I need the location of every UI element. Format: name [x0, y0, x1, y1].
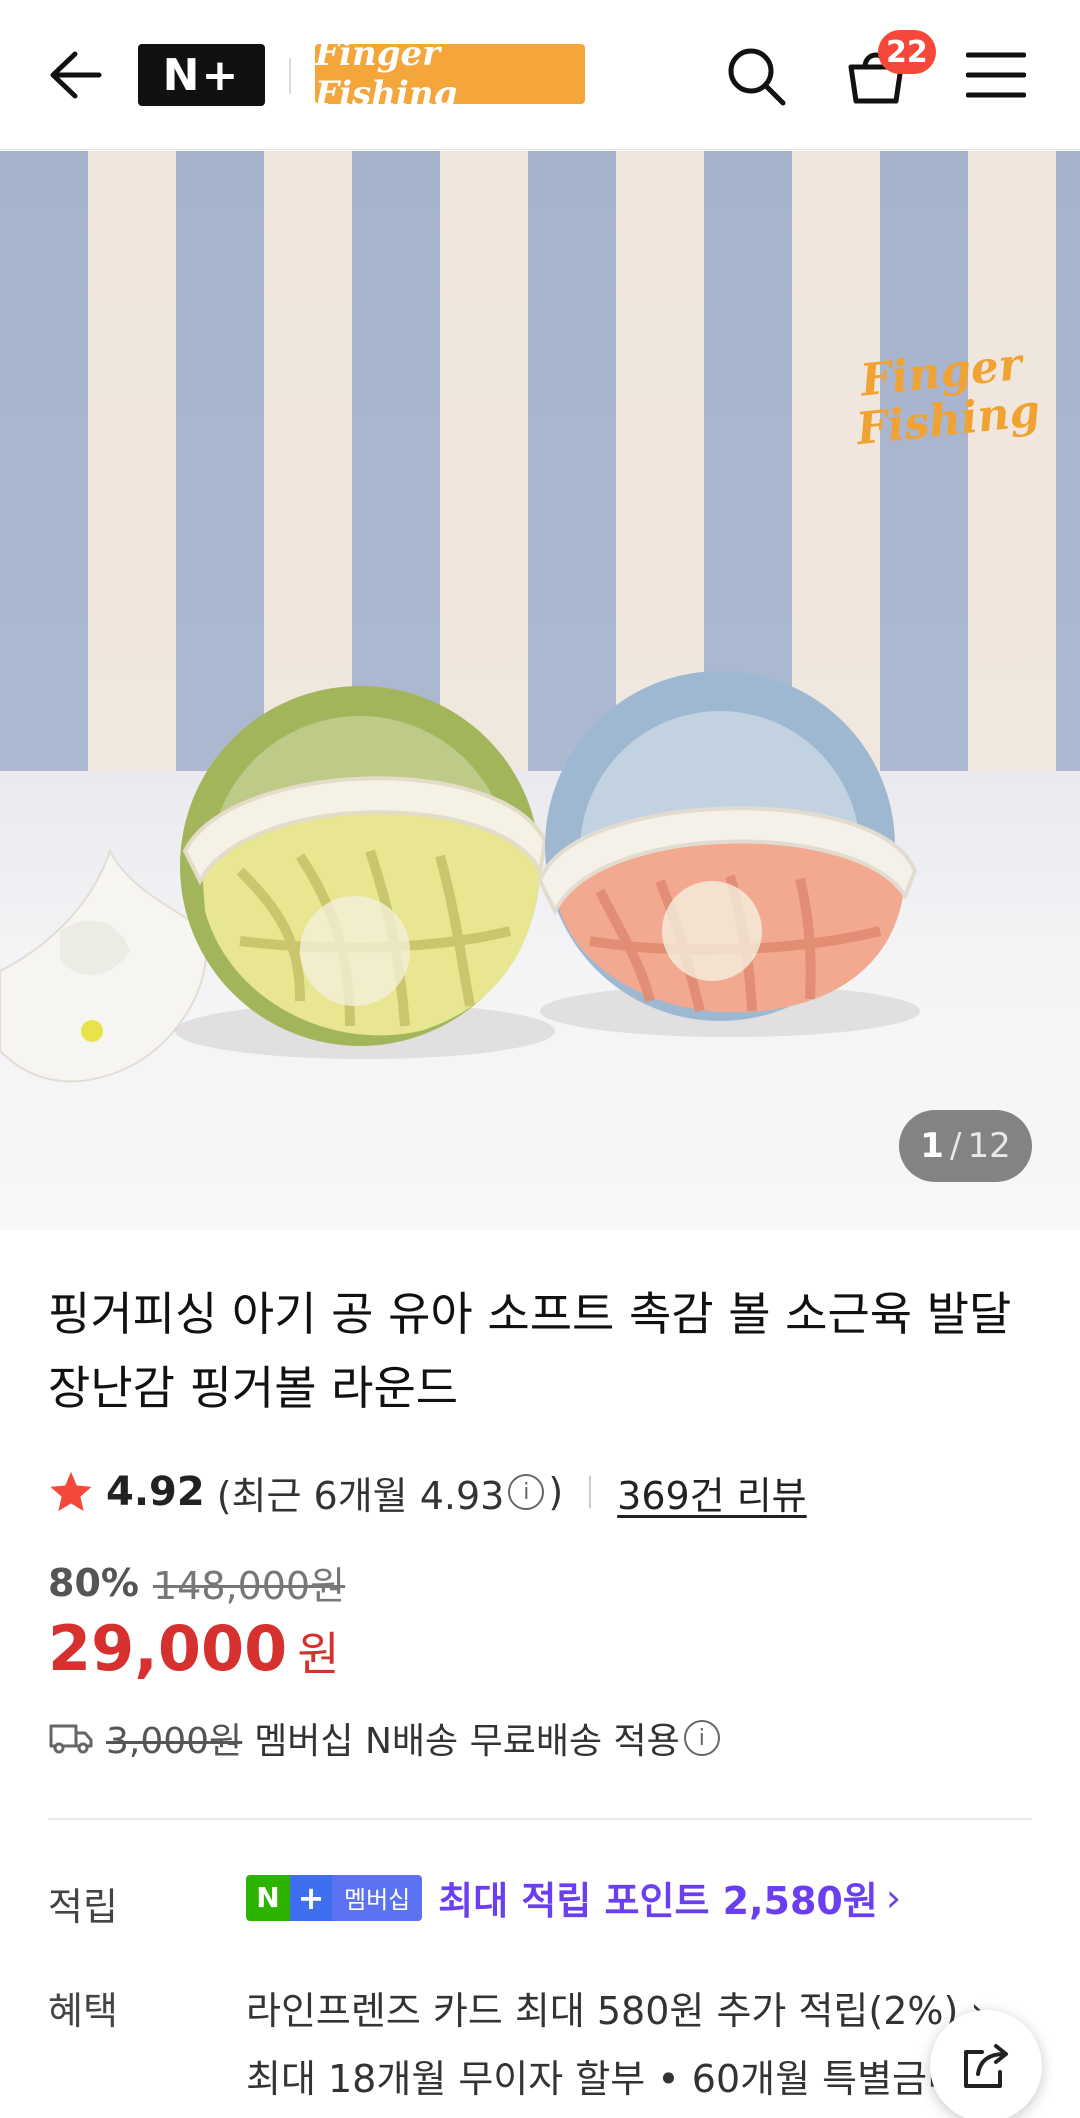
calla-lily-flower [0, 848, 208, 1083]
chevron-right-icon: › [885, 1875, 902, 1920]
product-image-carousel[interactable]: Finger Fishing [0, 151, 1080, 1230]
blue-peach-ball [537, 671, 920, 1037]
rating-row: 4.92 (최근 6개월 4.93 i ) 369건 리뷰 [48, 1462, 807, 1522]
logo-divider [289, 58, 291, 94]
search-button[interactable] [718, 38, 794, 114]
shipping-info-icon[interactable]: i [683, 1720, 720, 1756]
shipping-row: 3,000원 멤버십 N배송 무료배송 적용 i [48, 1712, 724, 1764]
info-icon[interactable]: i [508, 1474, 545, 1510]
discount-rate: 80% [48, 1560, 139, 1605]
back-button[interactable] [40, 40, 110, 110]
points-label: 적립 [48, 1885, 118, 1929]
product-photo-illustration [0, 671, 920, 1083]
image-total: 12 [967, 1126, 1011, 1166]
recent-rating: (최근 6개월 4.93 i ) [217, 1465, 563, 1520]
membership-badge: N + 멤버십 [246, 1874, 423, 1921]
cart-count-badge: 22 [878, 30, 936, 74]
price-value: 29,000 [48, 1612, 288, 1685]
discount-row: 80% 148,000원 [48, 1555, 345, 1610]
rating-value: 4.92 [106, 1469, 205, 1515]
membership-badge-text: 멤버십 [332, 1874, 423, 1921]
recent-rating-text: (최근 6개월 4.93 [216, 1473, 505, 1518]
card-benefit-link[interactable]: 라인프렌즈 카드 최대 580원 추가 적립(2%) › [246, 1980, 986, 2035]
naver-n-icon: N [246, 1874, 290, 1921]
divider [589, 1476, 592, 1508]
truck-icon [49, 1724, 93, 1754]
image-counter: 1 / 12 [899, 1110, 1032, 1182]
shipping-note: 멤버십 N배송 무료배송 적용 [254, 1721, 680, 1762]
brand-watermark: Finger Fishing [854, 338, 1043, 456]
max-points-text: 최대 적립 포인트 2,580원 [438, 1879, 878, 1923]
share-button[interactable] [930, 2010, 1042, 2118]
review-count-link[interactable]: 369건 리뷰 [617, 1465, 807, 1520]
recent-rating-close: ) [548, 1470, 564, 1514]
menu-button[interactable] [958, 40, 1034, 110]
arrow-left-icon [50, 51, 102, 99]
section-divider [48, 1818, 1032, 1820]
installment-benefit: 최대 18개월 무이자 할부 • 60개월 특별금리 [246, 2057, 962, 2101]
brand-store-logo[interactable]: Finger Fishing [315, 34, 585, 114]
benefit-label: 혜택 [48, 1989, 118, 2033]
star-icon [50, 1471, 92, 1512]
plus-icon: + [290, 1874, 332, 1921]
points-link[interactable]: N + 멤버십 최대 적립 포인트 2,580원 › [246, 1870, 901, 1925]
sale-price: 29,000 원 [48, 1612, 340, 1685]
share-icon [964, 2044, 1008, 2088]
image-counter-separator: / [949, 1126, 962, 1166]
image-index: 1 [920, 1126, 944, 1166]
search-icon [728, 48, 786, 106]
hamburger-menu-icon [966, 52, 1026, 98]
original-price: 148,000원 [152, 1564, 346, 1608]
shipping-fee: 3,000원 [106, 1721, 243, 1762]
price-currency: 원 [297, 1627, 340, 1681]
top-header: N+ Finger Fishing 22 [0, 0, 1080, 150]
green-yellow-ball [175, 686, 555, 1059]
nplus-logo[interactable]: N+ [138, 44, 265, 106]
product-title: 핑거피싱 아기 공 유아 소프트 촉감 볼 소근육 발달 장난감 핑거볼 라운드 [48, 1287, 1012, 1415]
